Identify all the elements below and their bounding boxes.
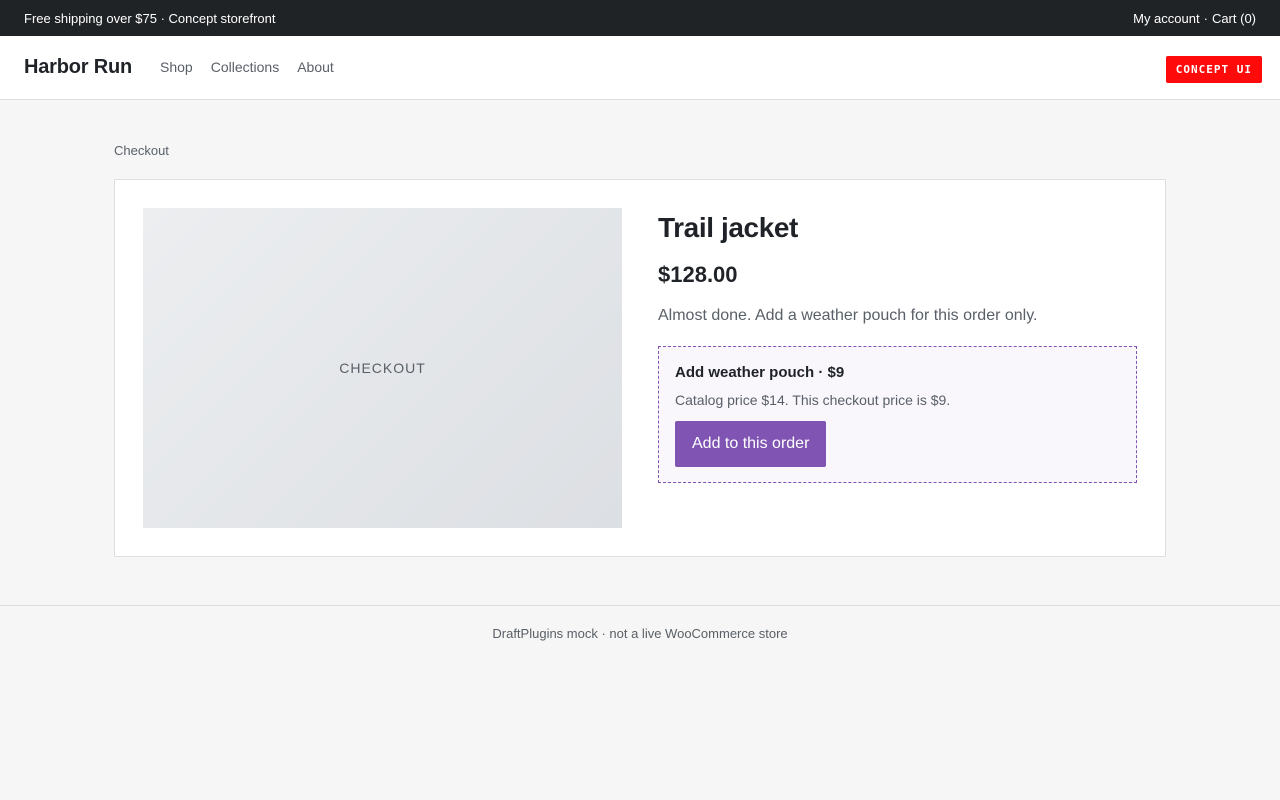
upsell-offer-box: Add weather pouch · $9 Catalog price $14… [658,346,1137,483]
separator: · [1203,10,1208,26]
product-title: Trail jacket [658,212,798,243]
promo-text: Free shipping over $75 · Concept storefr… [24,10,276,26]
my-account-link[interactable]: My account [1133,11,1199,26]
nav-item-about[interactable]: About [297,59,334,75]
nav-item-collections[interactable]: Collections [211,59,279,75]
main-nav: Shop Collections About [160,59,334,75]
breadcrumb: Checkout [114,143,169,158]
site-header: Harbor Run Shop Collections About CONCEP… [0,36,1280,100]
checkout-description: Almost done. Add a weather pouch for thi… [658,307,1038,324]
footer-text: DraftPlugins mock · not a live WooCommer… [492,626,788,641]
concept-ui-badge: CONCEPT UI [1165,56,1262,83]
account-links: My account · Cart (0) [1133,11,1256,26]
announcement-bar: Free shipping over $75 · Concept storefr… [0,0,1280,36]
site-footer: DraftPlugins mock · not a live WooCommer… [0,605,1280,641]
nav-item-shop[interactable]: Shop [160,59,193,75]
cart-link[interactable]: Cart (0) [1212,11,1256,26]
image-label: CHECKOUT [339,360,426,376]
product-image-placeholder: CHECKOUT [143,208,622,528]
offer-title: Add weather pouch · $9 [675,364,845,381]
product-details: Trail jacket $128.00 Almost done. Add a … [658,212,1138,483]
checkout-card: CHECKOUT Trail jacket $128.00 Almost don… [114,179,1166,557]
offer-price-note: Catalog price $14. This checkout price i… [675,392,951,408]
product-price: $128.00 [658,262,738,287]
brand-logo[interactable]: Harbor Run [24,56,132,79]
add-to-order-button[interactable]: Add to this order [675,421,827,467]
